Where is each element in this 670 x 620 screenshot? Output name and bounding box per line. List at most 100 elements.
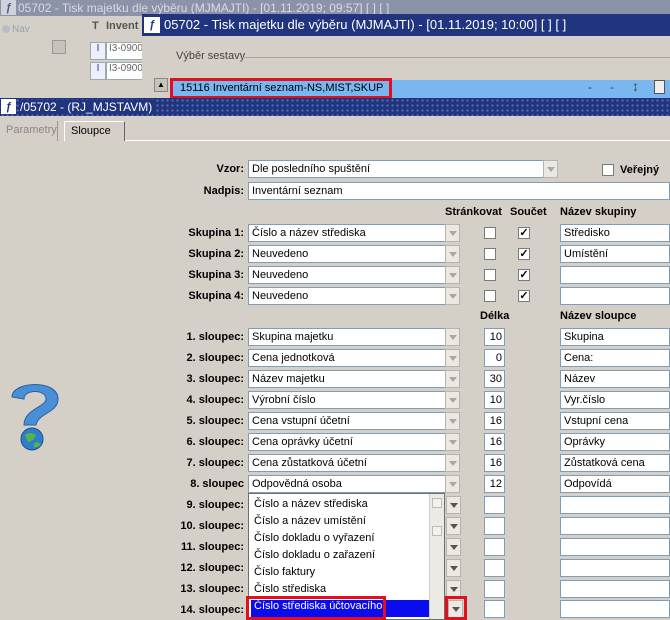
column-name-input[interactable]: Vyr.číslo [560, 391, 670, 409]
soucet-checkbox[interactable]: ✓ [518, 227, 530, 239]
scroll-up-arrow-icon[interactable] [432, 498, 442, 508]
column-select[interactable]: Cena jednotková [248, 349, 446, 367]
scroll-up-button[interactable] [52, 40, 66, 54]
column-name-input[interactable]: Vstupní cena [560, 412, 670, 430]
dropdown-option[interactable]: Číslo a název střediska [251, 498, 429, 515]
column-length-input[interactable] [484, 559, 505, 577]
strankovat-header: Stránkovat [445, 206, 502, 218]
soucet-checkbox[interactable]: ✓ [518, 269, 530, 281]
table-row-type[interactable]: I [90, 42, 106, 60]
column-length-input[interactable]: 16 [484, 454, 505, 472]
column-name-input[interactable]: Oprávky [560, 433, 670, 451]
column-length-input[interactable] [484, 517, 505, 535]
group-dropdown-button[interactable] [445, 224, 460, 242]
nav-label: Nav [12, 24, 30, 35]
column-dropdown-button[interactable] [446, 517, 461, 535]
column-name-input[interactable] [560, 600, 670, 618]
column-dropdown-button[interactable] [445, 391, 460, 409]
dash-icon[interactable]: - [610, 80, 614, 94]
dropdown-scrollbar[interactable] [429, 494, 444, 619]
group-select[interactable]: Číslo a název střediska [248, 224, 446, 242]
list-scroll-up-button[interactable]: ▲ [154, 78, 168, 92]
column-dropdown-button[interactable] [445, 349, 460, 367]
column-name-input[interactable]: Zůstatková cena [560, 454, 670, 472]
column-dropdown-button[interactable] [446, 538, 461, 556]
column-select[interactable]: Odpovědná osoba [248, 475, 446, 493]
column-length-input[interactable]: 10 [484, 391, 505, 409]
column-length-input[interactable]: 16 [484, 412, 505, 430]
tab-sloupce[interactable]: Sloupce [64, 121, 125, 141]
column-length-input[interactable]: 0 [484, 349, 505, 367]
soucet-checkbox[interactable]: ✓ [518, 290, 530, 302]
column-dropdown-button[interactable] [446, 559, 461, 577]
column-name-input[interactable]: Název [560, 370, 670, 388]
column-name-input[interactable] [560, 538, 670, 556]
column-dropdown-button[interactable] [445, 328, 460, 346]
column-select[interactable]: Cena oprávky účetní [248, 433, 446, 451]
group-dropdown-button[interactable] [445, 266, 460, 284]
group-name-input[interactable] [560, 287, 670, 305]
sort-updown-icon[interactable]: ↕ [632, 78, 639, 94]
strankovat-checkbox[interactable] [484, 227, 496, 239]
group-dropdown-button[interactable] [445, 287, 460, 305]
table-row-type[interactable]: I [90, 62, 106, 80]
table-row-code[interactable]: I3-0900 [106, 42, 144, 60]
column-length-input[interactable]: 16 [484, 433, 505, 451]
group-name-input[interactable] [560, 266, 670, 284]
column-label: 12. sloupec: [180, 562, 244, 574]
dropdown-option[interactable]: Číslo a název umístění [251, 515, 429, 532]
strankovat-checkbox[interactable] [484, 248, 496, 260]
column-select[interactable]: Skupina majetku [248, 328, 446, 346]
column-name-input[interactable] [560, 559, 670, 577]
table-row-code[interactable]: I3-0900 [106, 62, 144, 80]
vzor-select[interactable]: Dle posledního spuštění [248, 160, 544, 178]
dropdown-option[interactable]: Číslo dokladu o zařazení [251, 549, 429, 566]
tab-parametry[interactable]: Parametry [0, 121, 58, 141]
pdf-icon[interactable] [654, 80, 665, 94]
column-dropdown-button[interactable] [445, 412, 460, 430]
column-dropdown-button[interactable] [445, 433, 460, 451]
column-dropdown-button[interactable] [445, 454, 460, 472]
column-name-input[interactable]: Cena: [560, 349, 670, 367]
group-name-input[interactable]: Umístění [560, 245, 670, 263]
group-select[interactable]: Neuvedeno [248, 245, 446, 263]
nav-radio[interactable]: Nav [2, 24, 42, 35]
column-select[interactable]: Cena vstupní účetní [248, 412, 446, 430]
column-length-input[interactable]: 30 [484, 370, 505, 388]
column-length-input[interactable] [484, 580, 505, 598]
strankovat-checkbox[interactable] [484, 269, 496, 281]
column-name-input[interactable] [560, 517, 670, 535]
app-logo-icon: ƒ [144, 17, 160, 33]
scroll-thumb[interactable] [432, 526, 442, 536]
verejny-checkbox[interactable] [602, 164, 614, 176]
column-select[interactable]: Výrobní číslo [248, 391, 446, 409]
nadpis-input[interactable]: Inventární seznam [248, 182, 670, 200]
soucet-checkbox[interactable]: ✓ [518, 248, 530, 260]
column-length-input[interactable] [484, 496, 505, 514]
column-name-input[interactable]: Odpovídá [560, 475, 670, 493]
column-dropdown-button[interactable] [446, 496, 461, 514]
column-length-input[interactable] [484, 600, 505, 618]
help-question-icon[interactable] [6, 375, 64, 455]
group-dropdown-button[interactable] [445, 245, 460, 263]
column-name-input[interactable]: Skupina [560, 328, 670, 346]
vzor-dropdown-button[interactable] [543, 160, 558, 178]
column-dropdown-button[interactable] [445, 370, 460, 388]
group-select[interactable]: Neuvedeno [248, 266, 446, 284]
dropdown-option[interactable]: Číslo dokladu o vyřazení [251, 532, 429, 549]
column-name-input[interactable] [560, 580, 670, 598]
column-dropdown-button[interactable] [445, 475, 460, 493]
column-label: 3. sloupec: [186, 373, 244, 385]
column-length-input[interactable]: 12 [484, 475, 505, 493]
group-select[interactable]: Neuvedeno [248, 287, 446, 305]
column-select[interactable]: Cena zůstatková účetní [248, 454, 446, 472]
dash-icon[interactable]: - [588, 80, 592, 94]
group-name-input[interactable]: Středisko [560, 224, 670, 242]
column-length-input[interactable]: 10 [484, 328, 505, 346]
strankovat-checkbox[interactable] [484, 290, 496, 302]
column-select[interactable]: Název majetku [248, 370, 446, 388]
column-name-input[interactable] [560, 496, 670, 514]
dropdown-option[interactable]: Číslo faktury [251, 566, 429, 583]
column-length-input[interactable] [484, 538, 505, 556]
column-header-t: T [92, 20, 99, 32]
